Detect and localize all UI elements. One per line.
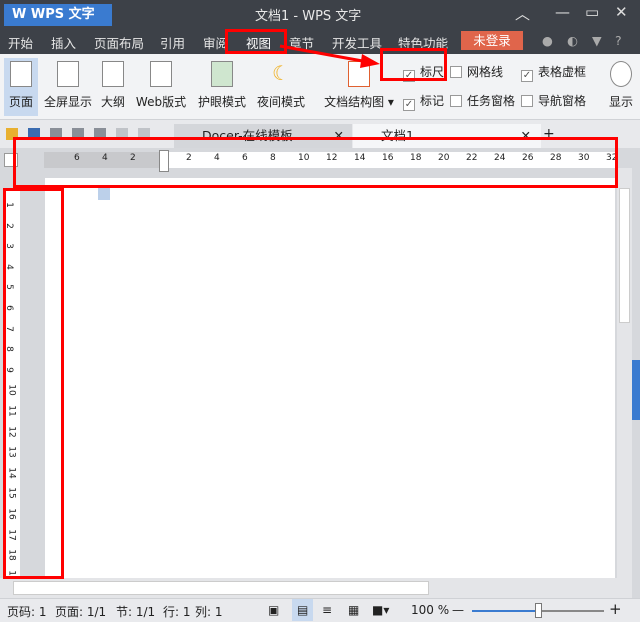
annotation-arrow	[279, 44, 380, 68]
